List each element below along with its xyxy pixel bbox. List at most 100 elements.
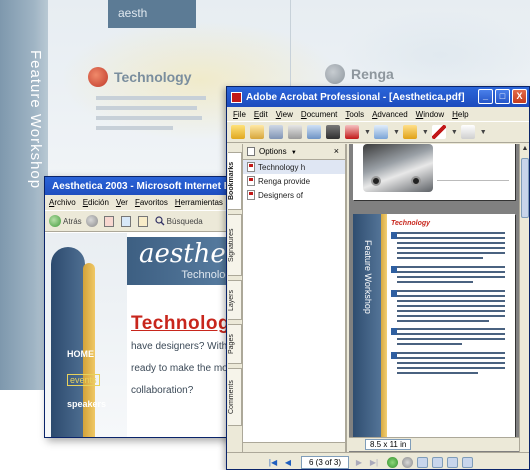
page-size-indicator: 8.5 x 11 in (365, 439, 412, 450)
continuous-layout-icon[interactable] (432, 456, 443, 468)
tab-bookmarks[interactable]: Bookmarks (228, 152, 242, 210)
save-icon[interactable] (269, 125, 283, 139)
paragraph-line: collaboration? (131, 385, 194, 396)
menu-view[interactable]: View (276, 110, 293, 119)
bullet-icon (325, 64, 345, 84)
pdf-page-previous (353, 144, 515, 200)
menu-help[interactable]: Help (452, 110, 468, 119)
scroll-up-icon[interactable]: ▲ (520, 144, 529, 154)
close-panel-icon[interactable]: × (334, 146, 339, 156)
facing-layout-icon[interactable] (447, 456, 458, 468)
ie-window[interactable]: Aesthetica 2003 - Microsoft Internet Exp… (44, 176, 240, 438)
menu-document[interactable]: Document (301, 110, 337, 119)
nav-events-label: events (67, 374, 100, 386)
stop-button[interactable] (103, 215, 117, 227)
document-pane[interactable]: Feature Workshop Technology (349, 144, 519, 452)
brochure-spine-title: Feature Workshop (27, 50, 44, 190)
acrobat-window[interactable]: Adobe Acrobat Professional - [Aesthetica… (226, 86, 530, 470)
page-heading[interactable]: Technolog (131, 313, 230, 335)
refresh-button[interactable] (120, 215, 134, 227)
close-button[interactable]: X (512, 89, 527, 104)
site-banner-title: aesthet (139, 239, 237, 269)
search-binoculars-icon[interactable] (326, 125, 340, 139)
chevron-down-icon[interactable]: ▼ (480, 129, 487, 136)
select-cursor-icon[interactable] (460, 125, 475, 139)
tab-layers[interactable]: Layers (228, 280, 242, 320)
nav-speakers-link[interactable]: speakers (67, 399, 106, 409)
bookmarks-horizontal-scrollbar[interactable] (243, 442, 345, 452)
menu-edit[interactable]: Edit (254, 110, 268, 119)
ie-menu-archivo[interactable]: Archivo (49, 198, 76, 207)
maximize-button[interactable]: □ (495, 89, 510, 104)
print-icon[interactable] (288, 125, 302, 139)
tab-comments[interactable]: Comments (228, 368, 242, 426)
ie-menu-herramientas[interactable]: Herramientas (175, 198, 223, 207)
page-spine-text: Feature Workshop (363, 240, 373, 314)
search-icon (155, 216, 165, 226)
brochure-heading-right-label: Renga (351, 66, 394, 82)
go-back-view-icon[interactable] (387, 456, 398, 468)
ie-menu-ver[interactable]: Ver (116, 198, 128, 207)
ie-title-bar[interactable]: Aesthetica 2003 - Microsoft Internet Exp (45, 177, 239, 195)
chevron-down-icon[interactable]: ▼ (451, 129, 458, 136)
ie-menu-favoritos[interactable]: Favoritos (135, 198, 168, 207)
previous-page-button[interactable]: ◀ (282, 456, 294, 468)
bookmark-page-icon (247, 176, 255, 186)
tab-signatures[interactable]: Signatures (228, 214, 242, 276)
menu-advanced[interactable]: Advanced (372, 110, 408, 119)
page-heading: Technology (391, 220, 431, 227)
acrobat-logo-icon (231, 91, 242, 103)
document-vertical-scrollbar[interactable]: ▲ (519, 144, 529, 452)
desktop: Feature Workshop aesth Technology Renga … (0, 0, 530, 470)
options-icon (247, 147, 255, 156)
nav-home-link[interactable]: HOME (67, 349, 94, 359)
minimize-button[interactable]: _ (478, 89, 493, 104)
go-forward-view-icon[interactable] (402, 456, 413, 468)
bookmark-item[interactable]: Renga provide (243, 174, 345, 188)
first-page-button[interactable]: |◀ (267, 456, 279, 468)
options-menu[interactable]: Options ▼ (259, 147, 297, 156)
bookmark-label: Technology h (258, 162, 306, 172)
forward-button[interactable] (85, 215, 100, 227)
acrobat-status-bar: |◀ ◀ 6 (3 of 3) ▶ ▶| (227, 452, 529, 469)
chevron-down-icon[interactable]: ▼ (422, 129, 429, 136)
home-button[interactable] (137, 215, 151, 227)
acrobat-title-bar[interactable]: Adobe Acrobat Professional - [Aesthetica… (227, 87, 529, 107)
menu-file[interactable]: File (233, 110, 246, 119)
menu-window[interactable]: Window (416, 110, 444, 119)
brochure-heading-left: Technology (88, 64, 192, 90)
page-number-field[interactable]: 6 (3 of 3) (301, 455, 349, 469)
menu-tools[interactable]: Tools (345, 110, 364, 119)
car-wheel (411, 176, 421, 186)
bookmark-item[interactable]: Technology h (243, 160, 345, 174)
ie-menu-edicion[interactable]: Edición (83, 198, 109, 207)
brochure-text-lines (96, 96, 206, 136)
tab-pages[interactable]: Pages (228, 324, 242, 364)
brochure-logo-text: aesth (118, 6, 148, 20)
single-page-layout-icon[interactable] (417, 456, 428, 468)
search-button[interactable]: Búsqueda (155, 216, 203, 226)
last-page-button[interactable]: ▶| (368, 456, 380, 468)
next-page-button[interactable]: ▶ (353, 456, 365, 468)
bookmark-item[interactable]: Designers of (243, 188, 345, 202)
bookmark-page-icon (247, 190, 255, 200)
ie-toolbar: Atrás Búsqueda (45, 210, 239, 232)
email-icon[interactable] (307, 125, 321, 139)
open-folder-icon[interactable] (231, 125, 245, 139)
scroll-thumb[interactable] (521, 158, 529, 218)
chevron-down-icon[interactable]: ▼ (364, 129, 371, 136)
nav-events-link[interactable]: events (67, 374, 100, 386)
bookmarks-panel: Options ▼ × Technology h Renga provide D… (243, 144, 347, 452)
review-comment-icon[interactable] (373, 125, 388, 139)
car-wheel (371, 176, 381, 186)
secure-lock-icon[interactable] (402, 125, 417, 139)
sign-pen-icon[interactable] (431, 125, 446, 139)
bullet-icon (88, 67, 108, 87)
create-pdf-icon[interactable] (250, 125, 264, 139)
create-pdf-dropdown-icon[interactable] (345, 125, 359, 139)
page-text-block (397, 232, 505, 262)
forward-arrow-icon (85, 215, 98, 227)
chevron-down-icon[interactable]: ▼ (393, 129, 400, 136)
back-button[interactable]: Atrás (49, 215, 82, 227)
continuous-facing-layout-icon[interactable] (462, 456, 473, 468)
